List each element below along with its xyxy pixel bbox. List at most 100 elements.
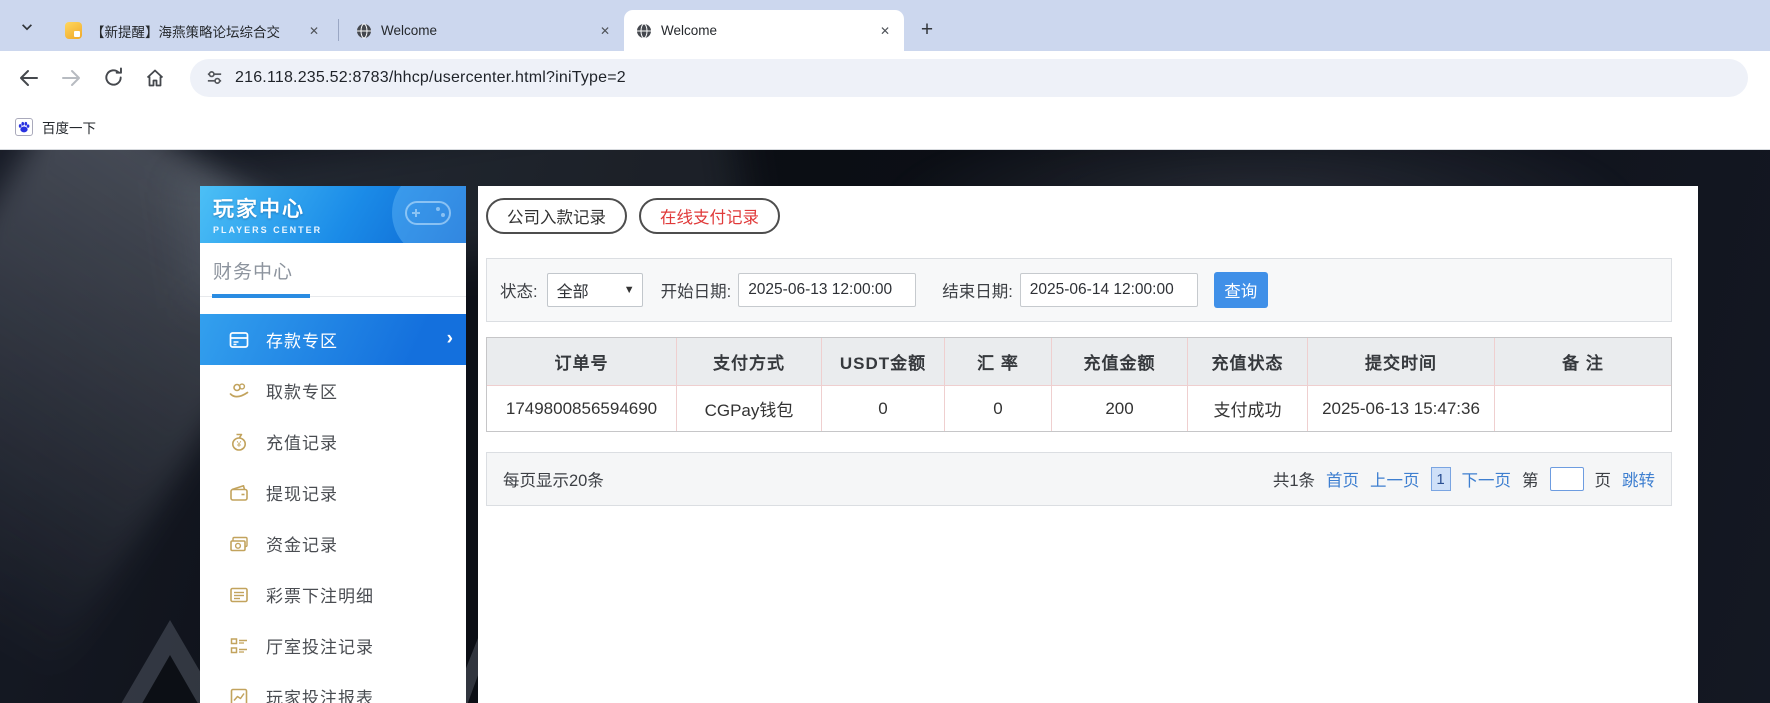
- new-tab-button[interactable]: +: [914, 17, 940, 43]
- section-underline: [200, 294, 466, 298]
- tab-search-button[interactable]: [13, 13, 40, 40]
- cell-pay-method: CGPay钱包: [677, 386, 822, 431]
- tab-title: Welcome: [661, 23, 718, 38]
- sidebar: 玩家中心 PLAYERS CENTER 财务中心 存款专区 › 取款专区 ¥ 充…: [200, 186, 466, 703]
- sidebar-item-label: 充值记录: [266, 434, 338, 453]
- sidebar-item-withdraw[interactable]: 取款专区: [200, 365, 466, 416]
- end-date-label: 结束日期:: [942, 283, 1013, 301]
- current-page-indicator[interactable]: 1: [1430, 467, 1451, 491]
- back-button[interactable]: [14, 63, 44, 93]
- tab-title: Welcome: [381, 23, 438, 38]
- sidebar-item-withdraw-record[interactable]: 提现记录: [200, 467, 466, 518]
- jump-prefix-label: 第: [1522, 472, 1539, 490]
- bookmarks-bar: 百度一下: [0, 104, 1770, 150]
- banknote-icon: [230, 536, 248, 551]
- column-header-usdt-amount: USDT金额: [822, 338, 945, 386]
- chevron-down-icon: ▼: [623, 284, 635, 296]
- main-panel: 公司入款记录 在线支付记录 状态: 全部 ▼ 开始日期: 结束日期: 查询 订单…: [478, 186, 1698, 703]
- end-date-input[interactable]: [1019, 273, 1198, 307]
- first-page-link[interactable]: 首页: [1326, 467, 1359, 491]
- cell-recharge-amount: 200: [1052, 386, 1188, 431]
- records-table: 订单号 支付方式 USDT金额 汇 率 充值金额 充值状态 提交时间 备 注 1…: [486, 337, 1672, 432]
- table-row: 1749800856594690 CGPay钱包 0 0 200 支付成功 20…: [487, 386, 1671, 431]
- close-tab-icon[interactable]: ✕: [876, 22, 894, 40]
- cell-remark: [1495, 386, 1671, 431]
- sidebar-item-recharge-record[interactable]: ¥ 充值记录: [200, 416, 466, 467]
- list-card-icon: [230, 587, 248, 602]
- jump-page-input[interactable]: [1549, 467, 1584, 491]
- sidebar-banner: 玩家中心 PLAYERS CENTER: [200, 186, 466, 243]
- sidebar-item-fund-record[interactable]: 资金记录: [200, 518, 466, 569]
- sidebar-item-label: 提现记录: [266, 485, 338, 504]
- reload-icon: [104, 67, 122, 86]
- record-tabs: 公司入款记录 在线支付记录: [486, 198, 1672, 234]
- address-bar[interactable]: 216.118.235.52:8783/hhcp/usercenter.html…: [190, 58, 1748, 97]
- chevron-down-icon: [21, 23, 32, 30]
- jump-suffix-label: 页: [1594, 472, 1612, 490]
- status-select[interactable]: 全部 ▼: [546, 273, 643, 307]
- tab-separator: [338, 19, 339, 41]
- forum-favicon-icon: [65, 22, 82, 39]
- browser-tab-forum[interactable]: 【新提醒】海燕策略论坛综合交 ✕: [53, 10, 333, 51]
- players-center-title: 玩家中心: [213, 198, 305, 221]
- cell-recharge-status: 支付成功: [1188, 386, 1308, 431]
- sidebar-item-deposit[interactable]: 存款专区 ›: [200, 314, 466, 365]
- column-header-recharge-amount: 充值金额: [1052, 338, 1188, 386]
- chevron-right-icon: ›: [446, 327, 453, 349]
- money-bag-icon: ¥: [232, 433, 246, 451]
- chart-report-icon: [230, 688, 248, 703]
- globe-icon: [357, 23, 371, 38]
- sidebar-item-lottery-bet-detail[interactable]: 彩票下注明细: [200, 569, 466, 620]
- site-settings-tune-icon[interactable]: [205, 68, 224, 87]
- tab-title: 【新提醒】海燕策略论坛综合交: [91, 24, 280, 40]
- globe-icon: [637, 23, 651, 38]
- status-label: 状态:: [500, 283, 538, 301]
- table-header-row: 订单号 支付方式 USDT金额 汇 率 充值金额 充值状态 提交时间 备 注: [487, 338, 1671, 386]
- start-date-input[interactable]: [738, 273, 917, 307]
- cell-order-no: 1749800856594690: [487, 386, 677, 431]
- pagination-controls: 共1条 首页 上一页 1 下一页 第 页 跳转: [1273, 467, 1655, 491]
- cell-submit-time: 2025-06-13 15:47:36: [1308, 386, 1495, 431]
- cell-rate: 0: [945, 386, 1052, 431]
- next-page-link[interactable]: 下一页: [1462, 467, 1512, 491]
- status-select-value: 全部: [556, 284, 589, 301]
- sidebar-item-label: 玩家投注报表: [266, 689, 374, 703]
- url-text[interactable]: 216.118.235.52:8783/hhcp/usercenter.html…: [235, 69, 626, 87]
- section-title-finance: 财务中心: [213, 262, 294, 283]
- sidebar-item-label: 资金记录: [266, 536, 338, 555]
- prev-page-link[interactable]: 上一页: [1370, 467, 1420, 491]
- forward-button[interactable]: [56, 63, 86, 93]
- back-arrow-icon: [20, 69, 38, 86]
- browser-toolbar: 216.118.235.52:8783/hhcp/usercenter.html…: [0, 51, 1770, 104]
- reload-button[interactable]: [98, 63, 128, 93]
- svg-text:¥: ¥: [236, 440, 242, 449]
- tab-company-deposit-record[interactable]: 公司入款记录: [486, 198, 627, 234]
- browser-tab-welcome-active[interactable]: Welcome ✕: [624, 10, 904, 51]
- sidebar-menu: 存款专区 › 取款专区 ¥ 充值记录 提现记录 资金记录 彩票下注明细 厅室投注…: [200, 314, 466, 703]
- hand-coin-icon: [229, 382, 249, 397]
- search-button[interactable]: 查询: [1213, 272, 1268, 308]
- column-header-remark: 备 注: [1495, 338, 1671, 386]
- jump-link[interactable]: 跳转: [1622, 467, 1655, 491]
- deposit-card-icon: [229, 331, 249, 348]
- home-button[interactable]: [140, 63, 170, 93]
- per-page-label: 每页显示20条: [503, 472, 604, 490]
- start-date-label: 开始日期:: [660, 283, 732, 301]
- sidebar-item-label: 彩票下注明细: [266, 587, 374, 606]
- sidebar-item-label: 存款专区: [266, 332, 338, 351]
- sidebar-item-label: 取款专区: [266, 383, 338, 402]
- outline-list-icon: [230, 637, 247, 653]
- filter-bar: 状态: 全部 ▼ 开始日期: 结束日期: 查询: [486, 258, 1672, 322]
- sidebar-item-hall-bet-record[interactable]: 厅室投注记录: [200, 620, 466, 671]
- browser-tab-welcome-1[interactable]: Welcome ✕: [344, 10, 624, 51]
- close-tab-icon[interactable]: ✕: [596, 22, 614, 40]
- close-tab-icon[interactable]: ✕: [305, 22, 323, 40]
- sidebar-item-player-bet-report[interactable]: 玩家投注报表: [200, 671, 466, 703]
- column-header-submit-time: 提交时间: [1308, 338, 1495, 386]
- forward-arrow-icon: [62, 69, 80, 86]
- sidebar-item-label: 厅室投注记录: [266, 638, 374, 657]
- tab-online-payment-record[interactable]: 在线支付记录: [639, 198, 780, 234]
- bookmark-baidu[interactable]: 百度一下: [42, 117, 96, 137]
- total-count-label: 共1条: [1272, 472, 1315, 490]
- column-header-recharge-status: 充值状态: [1188, 338, 1308, 386]
